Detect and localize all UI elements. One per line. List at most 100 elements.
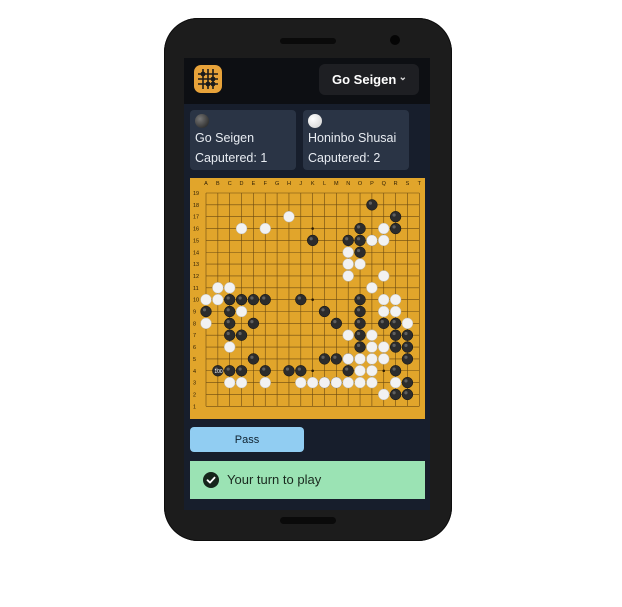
black-stone — [401, 388, 414, 401]
black-stone-highlight — [356, 331, 361, 336]
white-stone — [366, 329, 378, 341]
row-label: 7 — [193, 333, 196, 339]
black-stone-highlight — [226, 331, 230, 336]
check-circle-icon — [203, 472, 219, 488]
black-stone-highlight — [285, 367, 290, 371]
black-stone — [224, 317, 236, 330]
black-stone-highlight — [392, 225, 396, 229]
app-screen: Go Seigen ⌄ Go Seigen Caputered: 1 Honin… — [184, 58, 430, 510]
black-stone — [389, 365, 402, 377]
black-stone — [389, 388, 402, 401]
black-stone — [354, 317, 366, 330]
black-stone — [235, 365, 248, 377]
black-stone — [401, 376, 414, 389]
white-stone — [378, 270, 390, 282]
black-stone-highlight — [380, 320, 384, 324]
black-stone-highlight — [392, 331, 396, 336]
row-label: 12 — [193, 274, 199, 280]
row-label: 17 — [193, 215, 199, 221]
black-stone-highlight — [392, 343, 396, 347]
white-stone — [378, 294, 390, 306]
go-board-logo-icon[interactable] — [194, 65, 222, 93]
selected-player-label: Go Seigen — [332, 72, 397, 87]
black-stone-highlight — [404, 391, 408, 395]
black-stone-highlight — [309, 237, 313, 241]
white-stone — [259, 376, 271, 389]
column-label: L — [323, 181, 326, 187]
row-label: 19 — [193, 191, 199, 197]
white-stone — [342, 270, 354, 282]
black-stone-highlight — [297, 367, 301, 371]
black-stone — [247, 294, 260, 306]
player-name: Honinbo Shusai — [308, 131, 397, 145]
white-stone — [366, 234, 378, 247]
row-label: 4 — [193, 369, 196, 375]
row-label: 1 — [193, 404, 196, 410]
black-stone-highlight — [226, 308, 230, 312]
black-stone — [330, 353, 343, 365]
white-stone — [259, 222, 271, 235]
black-stone-highlight — [226, 367, 230, 371]
captured-count: Caputered: 1 — [195, 151, 268, 165]
star-point — [311, 369, 314, 373]
column-label: O — [358, 181, 363, 187]
black-stone-highlight — [297, 296, 301, 300]
black-stone — [389, 329, 402, 341]
white-stone-icon — [308, 114, 322, 128]
black-stone — [295, 365, 307, 377]
white-stone — [389, 294, 402, 306]
player-card-black: Go Seigen Caputered: 1 — [190, 110, 296, 170]
white-stone — [378, 305, 390, 318]
black-stone — [318, 353, 331, 365]
column-label: N — [346, 181, 350, 187]
go-board-grid[interactable]: A B C D E F G H J K L M N O P Q R S T191817161514131211109… — [190, 178, 425, 419]
row-label: 15 — [193, 238, 199, 244]
row-label: 6 — [193, 345, 196, 351]
column-label: D — [240, 181, 244, 187]
player-card-white: Honinbo Shusai Caputered: 2 — [303, 110, 409, 170]
black-stone — [401, 329, 414, 341]
white-stone — [224, 341, 236, 353]
black-stone — [354, 341, 366, 353]
black-stone-highlight — [238, 296, 242, 300]
white-stone — [212, 282, 224, 294]
column-label: P — [370, 181, 374, 187]
black-stone — [354, 329, 366, 341]
go-board[interactable]: A B C D E F G H J K L M N O P Q R S T 19 18 17 16 15 14 13 12 11 10 9… — [190, 178, 425, 419]
column-label: F — [264, 181, 268, 187]
black-stone — [295, 294, 307, 306]
black-stone — [224, 329, 236, 341]
black-stone — [354, 294, 366, 306]
chevron-down-icon: ⌄ — [398, 72, 407, 83]
black-stone-highlight — [356, 296, 361, 300]
row-label: 10 — [193, 298, 199, 304]
column-label: K — [311, 181, 315, 187]
white-stone — [378, 341, 390, 353]
column-label: A — [204, 181, 208, 187]
black-stone-highlight — [356, 320, 361, 324]
player-select-dropdown[interactable]: Go Seigen ⌄ — [319, 64, 419, 95]
white-stone — [342, 376, 354, 389]
black-stone-highlight — [404, 331, 408, 336]
white-stone — [401, 317, 414, 330]
white-stone — [200, 317, 212, 330]
black-stone — [378, 317, 390, 330]
black-stone — [354, 222, 366, 235]
black-stone-highlight — [202, 308, 207, 312]
white-stone — [342, 258, 354, 270]
black-stone-highlight — [250, 355, 254, 359]
black-stone — [283, 365, 295, 377]
black-stone — [354, 234, 366, 247]
row-label: 3 — [193, 381, 196, 387]
black-stone — [259, 365, 271, 377]
row-label: 16 — [193, 227, 199, 233]
white-stone — [224, 376, 236, 389]
row-label: 18 — [193, 203, 199, 209]
black-stone-highlight — [392, 367, 396, 371]
column-label: G — [275, 181, 279, 187]
phone-speaker — [280, 38, 336, 44]
pass-button[interactable]: Pass — [190, 427, 304, 452]
white-stone — [366, 376, 378, 389]
black-stone-highlight — [356, 308, 361, 312]
white-stone — [235, 376, 248, 389]
